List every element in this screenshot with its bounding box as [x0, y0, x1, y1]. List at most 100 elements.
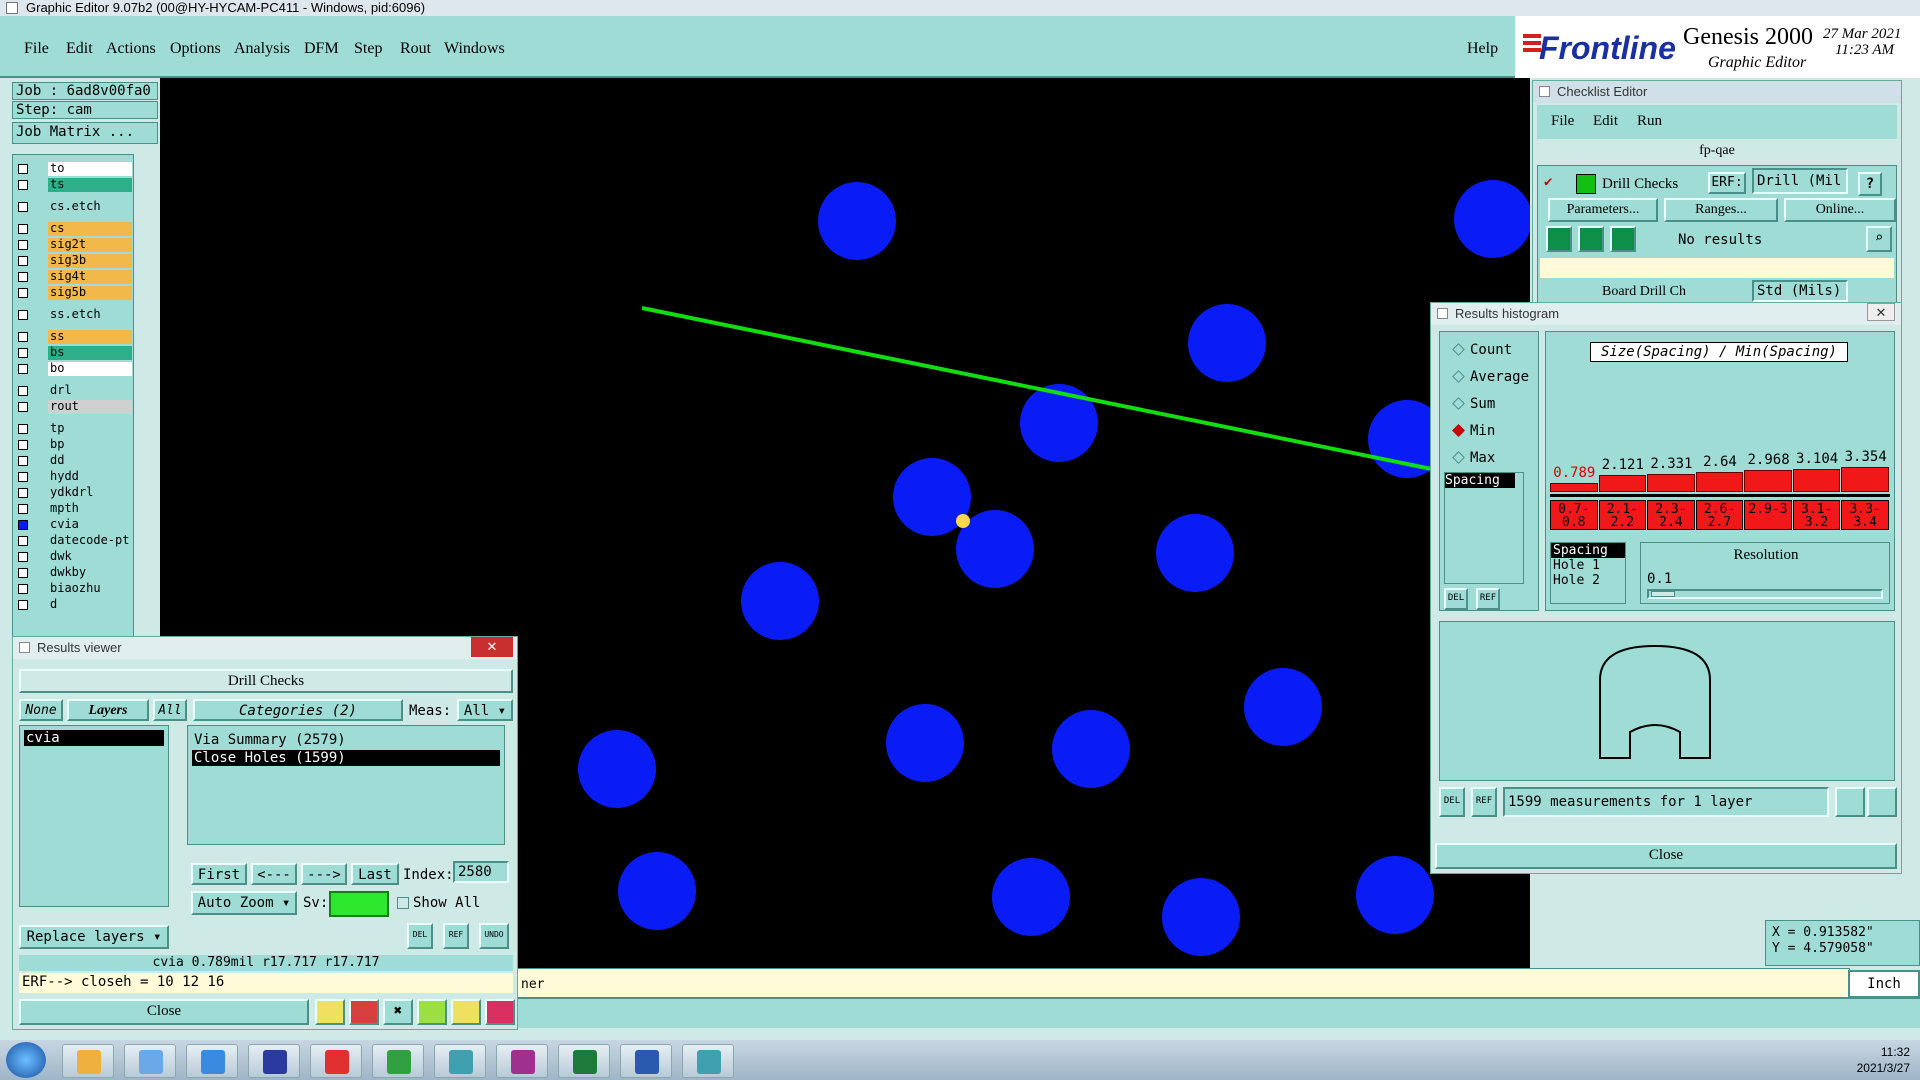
layer-name[interactable]: hydd: [48, 470, 132, 484]
run-all-icon[interactable]: [1578, 226, 1604, 252]
menu-dfm[interactable]: DFM: [304, 40, 339, 58]
menu-rout[interactable]: Rout: [400, 40, 431, 58]
del-button-bottom[interactable]: DEL: [1439, 787, 1465, 817]
layer-row-mpth[interactable]: mpth: [15, 501, 132, 516]
layer-name[interactable]: sig4t: [48, 270, 132, 284]
menu-file[interactable]: File: [24, 40, 49, 58]
taskbar-p-app[interactable]: [372, 1044, 424, 1078]
histogram-bin-range[interactable]: 3.3-3.4: [1841, 500, 1889, 530]
menu-analysis[interactable]: Analysis: [234, 40, 290, 58]
histogram-icon[interactable]: [485, 999, 515, 1025]
meas-dropdown[interactable]: All ▾: [457, 699, 513, 721]
layer-row-dwkby[interactable]: dwkby: [15, 565, 132, 580]
layer-name[interactable]: sig5b: [48, 286, 132, 300]
layer-checkbox[interactable]: [18, 332, 28, 342]
close-window-icon[interactable]: ✕: [1867, 303, 1895, 321]
replace-layers-dropdown[interactable]: Replace layers ▾: [19, 925, 169, 949]
layer-checkbox[interactable]: [18, 552, 28, 562]
layer-name[interactable]: ydkdrl: [48, 486, 132, 500]
layer-checkbox[interactable]: [18, 520, 28, 530]
layer-row-sig3b[interactable]: sig3b: [15, 253, 132, 268]
layer-name[interactable]: d: [48, 598, 132, 612]
layer-row-to[interactable]: to: [15, 161, 132, 176]
report-icon[interactable]: [315, 999, 345, 1025]
mode-sum[interactable]: Sum: [1452, 396, 1495, 412]
system-clock[interactable]: 11:32 2021/3/27: [1790, 1044, 1910, 1076]
layer-checkbox[interactable]: [18, 402, 28, 412]
menu-options[interactable]: Options: [170, 40, 221, 58]
layer-checkbox[interactable]: [18, 364, 28, 374]
layer-checkbox[interactable]: [18, 310, 28, 320]
layer-row-dd[interactable]: dd: [15, 453, 132, 468]
layer-row-datecode-pt[interactable]: datecode-pt: [15, 533, 132, 548]
ref-button-bottom[interactable]: REF: [1471, 787, 1497, 817]
layer-name[interactable]: cs.etch: [48, 200, 132, 214]
close-window-icon[interactable]: ✕: [471, 637, 513, 657]
taskbar-feather-app[interactable]: [186, 1044, 238, 1078]
histogram-bar[interactable]: [1550, 483, 1598, 492]
job-matrix-button[interactable]: Job Matrix ...: [12, 122, 158, 144]
layer-name[interactable]: dd: [48, 454, 132, 468]
layer-name[interactable]: ss: [48, 330, 132, 344]
menu-help[interactable]: Help: [1467, 40, 1498, 58]
start-button-icon[interactable]: [6, 1042, 46, 1078]
resolution-slider[interactable]: [1647, 589, 1883, 599]
layer-checkbox[interactable]: [18, 202, 28, 212]
layer-row-bp[interactable]: bp: [15, 437, 132, 452]
erf-field[interactable]: Drill (Mil: [1752, 168, 1848, 194]
layer-checkbox[interactable]: [18, 456, 28, 466]
all-button[interactable]: All: [153, 699, 187, 721]
results-viewer-close-button[interactable]: Close: [19, 999, 309, 1025]
taskbar-word[interactable]: [620, 1044, 672, 1078]
measure-type-spacing[interactable]: Spacing: [1551, 543, 1625, 558]
mode-count[interactable]: Count: [1452, 342, 1512, 358]
second-check-name[interactable]: Board Drill Ch: [1602, 284, 1686, 300]
ranges-button[interactable]: Ranges...: [1664, 198, 1778, 222]
unit-toggle-button[interactable]: Inch: [1848, 970, 1920, 998]
histogram-bar[interactable]: [1792, 469, 1841, 492]
layer-checkbox[interactable]: [18, 180, 28, 190]
delete-marker-icon[interactable]: ✖: [383, 999, 413, 1025]
layer-row-drl[interactable]: drl: [15, 383, 132, 398]
sv-color-dropdown[interactable]: [329, 891, 389, 917]
categories-button[interactable]: Categories (2): [193, 699, 403, 721]
run-check-icon[interactable]: [1546, 226, 1572, 252]
undo-button[interactable]: UNDO: [479, 923, 509, 949]
none-button[interactable]: None: [19, 699, 63, 721]
layer-checkbox[interactable]: [18, 440, 28, 450]
taskbar-excel[interactable]: [558, 1044, 610, 1078]
ref-button[interactable]: REF: [443, 923, 469, 949]
prev-button[interactable]: <---: [251, 863, 297, 885]
layer-checkbox[interactable]: [18, 386, 28, 396]
layer-name[interactable]: sig2t: [48, 238, 132, 252]
layer-name[interactable]: cs: [48, 222, 132, 236]
layer-row-rout[interactable]: rout: [15, 399, 132, 414]
zoom-results-icon[interactable]: ⌕: [1866, 226, 1892, 252]
checklist-menu-run[interactable]: Run: [1637, 113, 1662, 130]
layer-row-tp[interactable]: tp: [15, 421, 132, 436]
layer-checkbox[interactable]: [18, 424, 28, 434]
result-layer-item[interactable]: cvia: [24, 730, 164, 746]
show-all-checkbox[interactable]: [397, 897, 409, 909]
layer-row-cvia[interactable]: cvia: [15, 517, 132, 532]
chart-icon-b[interactable]: [1867, 787, 1897, 817]
layer-row-bs[interactable]: bs: [15, 345, 132, 360]
layer-row-sig4t[interactable]: sig4t: [15, 269, 132, 284]
auto-zoom-dropdown[interactable]: Auto Zoom ▾: [191, 891, 297, 915]
histogram-bar[interactable]: [1647, 474, 1695, 492]
mode-max[interactable]: Max: [1452, 450, 1495, 466]
parameters-button[interactable]: Parameters...: [1548, 198, 1658, 222]
layer-name[interactable]: sig3b: [48, 254, 132, 268]
layer-checkbox[interactable]: [18, 568, 28, 578]
del-button[interactable]: DEL: [1444, 588, 1468, 610]
layer-name[interactable]: bo: [48, 362, 132, 376]
layer-name[interactable]: biaozhu: [48, 582, 132, 596]
histogram-bin-range[interactable]: 3.1-3.2: [1792, 500, 1841, 530]
layer-row-dwk[interactable]: dwk: [15, 549, 132, 564]
taskbar-g-app[interactable]: [310, 1044, 362, 1078]
mode-average[interactable]: Average: [1452, 369, 1529, 385]
layer-checkbox[interactable]: [18, 504, 28, 514]
layer-checkbox[interactable]: [18, 240, 28, 250]
measure-list-item[interactable]: Spacing: [1445, 473, 1515, 488]
taskbar-x-app[interactable]: [496, 1044, 548, 1078]
